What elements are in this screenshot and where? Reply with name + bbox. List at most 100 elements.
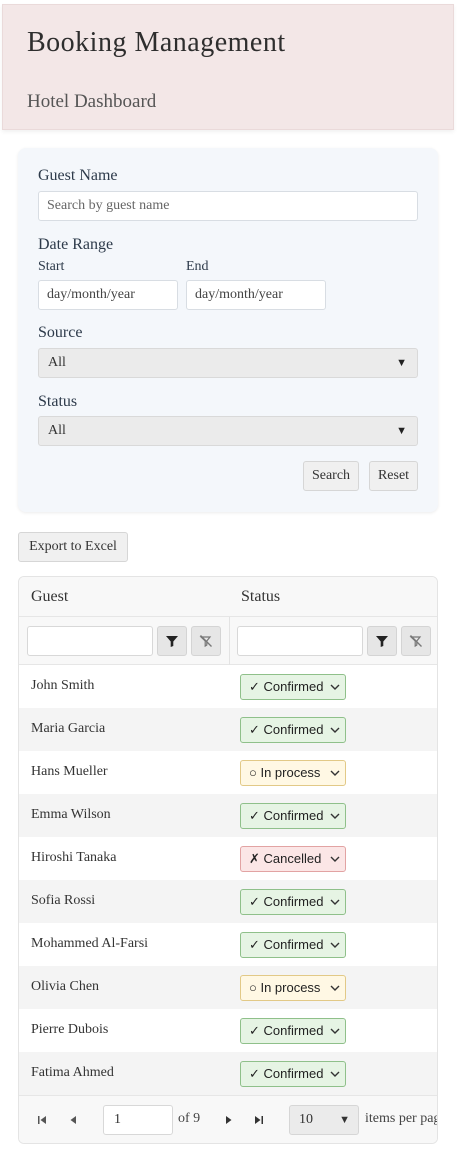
- previous-page-icon[interactable]: [68, 1115, 78, 1125]
- table-row[interactable]: Sofia Rossi ✓ Confirmed: [19, 880, 437, 923]
- status-dropdown[interactable]: ✓ Confirmed: [240, 1018, 346, 1044]
- export-excel-button[interactable]: Export to Excel: [18, 532, 128, 562]
- page-number-input[interactable]: 1: [103, 1105, 173, 1135]
- table-row[interactable]: Hiroshi Tanaka ✗ Cancelled: [19, 837, 437, 880]
- grid-header: Guest Status: [19, 577, 437, 617]
- guest-name-label: Guest Name: [38, 167, 118, 184]
- status-value: ✓ Confirmed: [249, 1023, 324, 1038]
- status-value: ✓ Confirmed: [249, 808, 324, 823]
- start-date-label: Start: [38, 259, 65, 274]
- clear-filter-icon: [409, 635, 422, 648]
- date-range-label: Date Range: [38, 236, 114, 253]
- clear-filter-icon: [199, 635, 212, 648]
- table-row[interactable]: Mohammed Al-Farsi ✓ Confirmed: [19, 923, 437, 966]
- guest-clear-filter-button[interactable]: [191, 626, 221, 656]
- items-per-page-label: items per page: [365, 1111, 437, 1126]
- guest-name-cell: Maria Garcia: [31, 721, 106, 736]
- chevron-down-icon: [330, 976, 340, 1000]
- table-row[interactable]: Olivia Chen ○ In process: [19, 966, 437, 1009]
- filter-panel: Guest Name Date Range Start End Source A…: [18, 148, 438, 512]
- chevron-down-icon: [330, 847, 340, 871]
- column-filter-row: [19, 617, 437, 665]
- guest-name-cell: Hans Mueller: [31, 764, 108, 779]
- guest-name-input[interactable]: [38, 191, 418, 221]
- chevron-down-icon: [330, 675, 340, 699]
- next-page-icon[interactable]: [224, 1115, 234, 1125]
- caret-down-icon: ▼: [339, 1114, 350, 1126]
- page-count-text: of 9: [178, 1111, 201, 1126]
- status-dropdown[interactable]: ✓ Confirmed: [240, 889, 346, 915]
- start-date-input[interactable]: [38, 280, 178, 310]
- source-select[interactable]: All ▼: [38, 348, 418, 378]
- end-date-input[interactable]: [186, 280, 326, 310]
- status-dropdown[interactable]: ✓ Confirmed: [240, 674, 346, 700]
- page-header: Booking Management Hotel Dashboard: [2, 4, 454, 130]
- table-row[interactable]: Fatima Ahmed ✓ Confirmed: [19, 1052, 437, 1095]
- source-label: Source: [38, 324, 83, 341]
- status-value: ✓ Confirmed: [249, 1066, 324, 1081]
- status-column-filter-input[interactable]: [237, 626, 363, 656]
- status-dropdown[interactable]: ✓ Confirmed: [240, 1061, 346, 1087]
- status-dropdown[interactable]: ○ In process: [240, 760, 346, 786]
- page-subtitle: Hotel Dashboard: [27, 91, 157, 112]
- chevron-down-icon: [330, 761, 340, 785]
- status-select[interactable]: All ▼: [38, 416, 418, 446]
- last-page-icon[interactable]: [254, 1115, 264, 1125]
- page-size-value: 10: [299, 1112, 313, 1127]
- status-value: ✓ Confirmed: [249, 679, 324, 694]
- chevron-down-icon: [330, 933, 340, 957]
- status-value: ✓ Confirmed: [249, 894, 324, 909]
- bookings-grid: Guest Status John Smith ✓ Confirmed Maria …: [18, 576, 438, 1144]
- guest-name-cell: Pierre Dubois: [31, 1022, 109, 1037]
- filter-icon: [166, 636, 178, 647]
- search-button[interactable]: Search: [303, 461, 359, 491]
- column-header-guest[interactable]: Guest: [31, 588, 68, 606]
- chevron-down-icon: [330, 1019, 340, 1043]
- status-value: ✓ Confirmed: [249, 937, 324, 952]
- page-size-select[interactable]: 10 ▼: [289, 1105, 359, 1135]
- guest-filter-button[interactable]: [157, 626, 187, 656]
- caret-down-icon: ▼: [396, 425, 407, 437]
- status-dropdown[interactable]: ✓ Confirmed: [240, 932, 346, 958]
- status-value: ✓ Confirmed: [249, 722, 324, 737]
- table-row[interactable]: John Smith ✓ Confirmed: [19, 665, 437, 708]
- guest-name-cell: Mohammed Al-Farsi: [31, 936, 149, 951]
- column-divider: [229, 617, 230, 665]
- chevron-down-icon: [330, 718, 340, 742]
- status-filter-button[interactable]: [367, 626, 397, 656]
- status-dropdown[interactable]: ✓ Confirmed: [240, 803, 346, 829]
- source-select-value: All: [48, 355, 66, 370]
- pager: 1 of 9 10 ▼ items per page: [19, 1095, 437, 1143]
- status-dropdown[interactable]: ✓ Confirmed: [240, 717, 346, 743]
- guest-name-cell: Emma Wilson: [31, 807, 111, 822]
- status-dropdown[interactable]: ○ In process: [240, 975, 346, 1001]
- status-dropdown[interactable]: ✗ Cancelled: [240, 846, 346, 872]
- table-row[interactable]: Maria Garcia ✓ Confirmed: [19, 708, 437, 751]
- status-value: ✗ Cancelled: [249, 851, 322, 866]
- end-date-label: End: [186, 259, 209, 274]
- chevron-down-icon: [330, 804, 340, 828]
- filter-icon: [376, 636, 388, 647]
- table-row[interactable]: Emma Wilson ✓ Confirmed: [19, 794, 437, 837]
- guest-name-cell: Hiroshi Tanaka: [31, 850, 117, 865]
- caret-down-icon: ▼: [396, 357, 407, 369]
- reset-button[interactable]: Reset: [369, 461, 418, 491]
- chevron-down-icon: [330, 890, 340, 914]
- first-page-icon[interactable]: [37, 1115, 47, 1125]
- grid-rows: John Smith ✓ Confirmed Maria Garcia ✓ Confi…: [19, 665, 437, 1095]
- table-row[interactable]: Pierre Dubois ✓ Confirmed: [19, 1009, 437, 1052]
- guest-name-cell: Olivia Chen: [31, 979, 100, 994]
- status-clear-filter-button[interactable]: [401, 626, 431, 656]
- page-title: Booking Management: [27, 27, 286, 58]
- status-label: Status: [38, 393, 78, 410]
- column-header-status[interactable]: Status: [241, 588, 280, 606]
- status-select-value: All: [48, 423, 66, 438]
- status-value: ○ In process: [249, 765, 321, 780]
- guest-column-filter-input[interactable]: [27, 626, 153, 656]
- guest-name-cell: John Smith: [31, 678, 95, 693]
- chevron-down-icon: [330, 1062, 340, 1086]
- guest-name-cell: Sofia Rossi: [31, 893, 96, 908]
- status-value: ○ In process: [249, 980, 321, 995]
- guest-name-cell: Fatima Ahmed: [31, 1065, 114, 1080]
- table-row[interactable]: Hans Mueller ○ In process: [19, 751, 437, 794]
